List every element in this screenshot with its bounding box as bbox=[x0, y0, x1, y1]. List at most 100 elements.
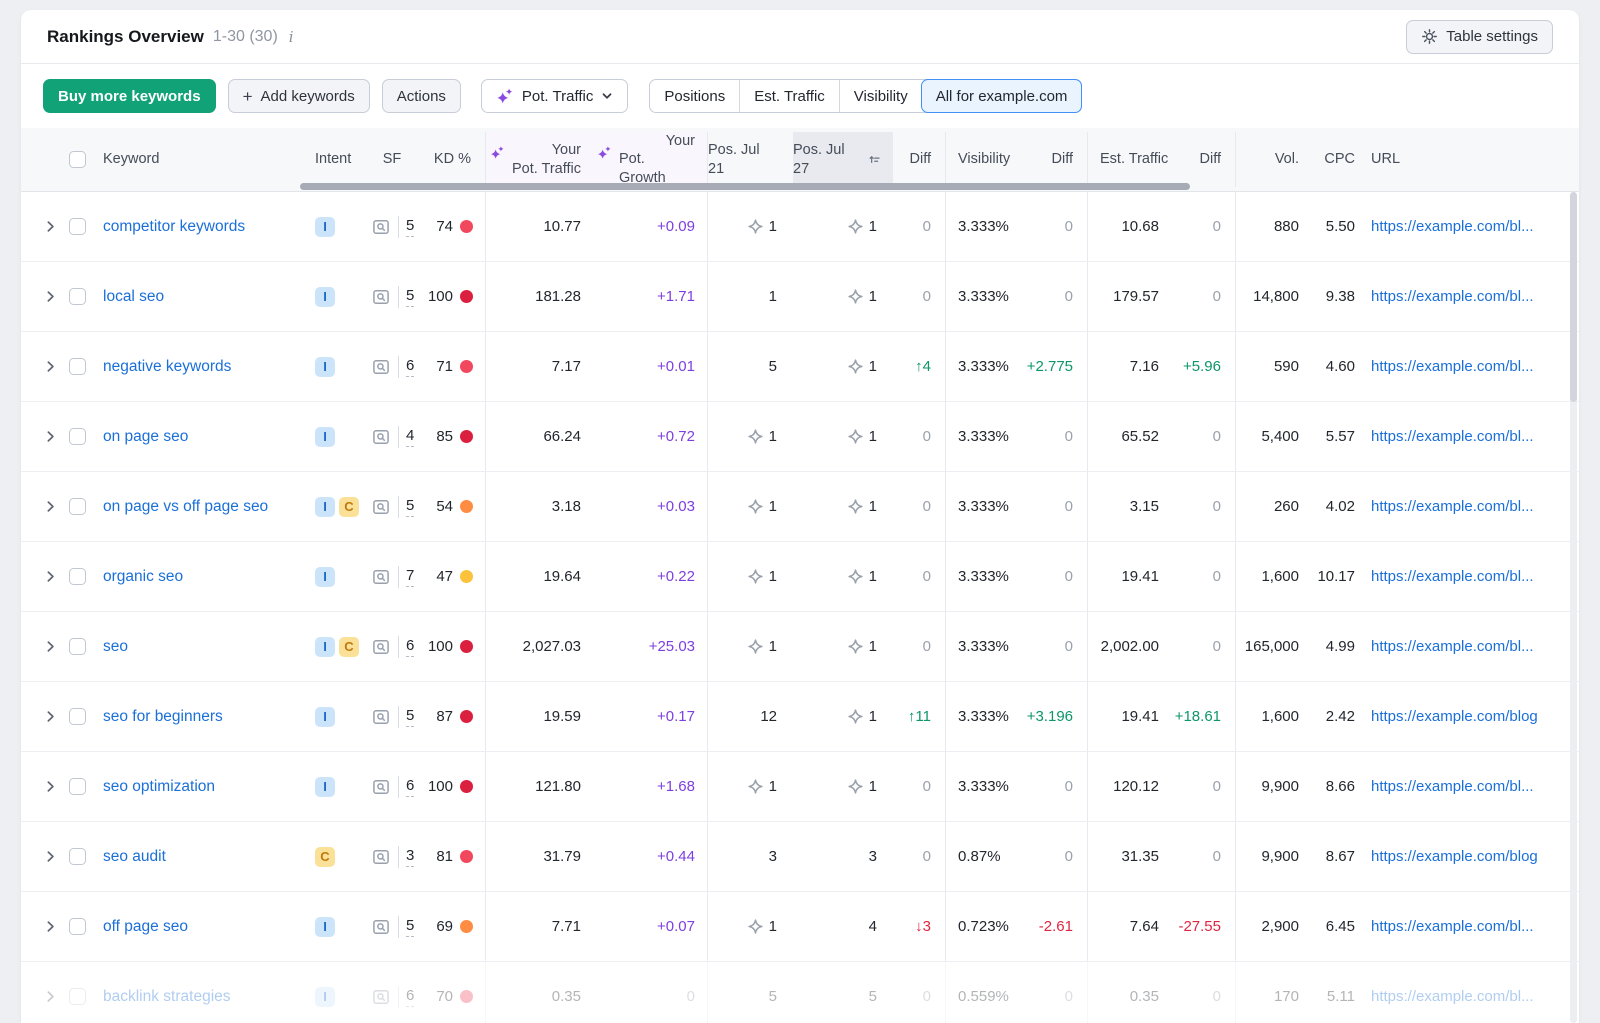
keyword-link[interactable]: negative keywords bbox=[101, 358, 231, 376]
pot-growth-value: +0.72 bbox=[657, 428, 695, 445]
keyword-link[interactable]: organic seo bbox=[101, 568, 183, 586]
results-range: 1-30 (30) bbox=[213, 28, 278, 46]
th-url[interactable]: URL bbox=[1369, 132, 1571, 186]
segment-visibility[interactable]: Visibility bbox=[839, 80, 922, 112]
url-link[interactable]: https://example.com/blog bbox=[1369, 708, 1538, 725]
row-checkbox[interactable] bbox=[69, 638, 86, 655]
url-link[interactable]: https://example.com/bl... bbox=[1369, 498, 1534, 515]
url-link[interactable]: https://example.com/bl... bbox=[1369, 568, 1534, 585]
expand-button[interactable] bbox=[41, 612, 67, 681]
row-checkbox[interactable] bbox=[69, 498, 86, 515]
row-checkbox[interactable] bbox=[69, 918, 86, 935]
expand-button[interactable] bbox=[41, 822, 67, 891]
th-pot-traffic[interactable]: YourPot. Traffic bbox=[485, 132, 597, 186]
row-checkbox[interactable] bbox=[69, 568, 86, 585]
vertical-scrollbar-track[interactable] bbox=[1570, 192, 1577, 1023]
sf-count[interactable]: 6 bbox=[406, 986, 414, 1007]
th-cpc[interactable]: CPC bbox=[1313, 132, 1369, 186]
keyword-link[interactable]: on page seo bbox=[101, 428, 188, 446]
select-all-checkbox[interactable] bbox=[69, 151, 86, 168]
expand-button[interactable] bbox=[41, 682, 67, 751]
table-settings-button[interactable]: Table settings bbox=[1406, 20, 1553, 54]
keyword-link[interactable]: seo optimization bbox=[101, 778, 215, 796]
th-visibility[interactable]: Visibility bbox=[945, 132, 1023, 186]
est-traffic-value: 65.52 bbox=[1121, 428, 1159, 445]
vertical-scrollbar[interactable] bbox=[1570, 192, 1577, 402]
row-checkbox[interactable] bbox=[69, 848, 86, 865]
url-link[interactable]: https://example.com/bl... bbox=[1369, 918, 1534, 935]
th-diff-vis[interactable]: Diff bbox=[1023, 132, 1087, 186]
expand-button[interactable] bbox=[41, 542, 67, 611]
th-kd[interactable]: KD % bbox=[421, 132, 485, 186]
th-volume[interactable]: Vol. bbox=[1235, 132, 1313, 186]
sf-count[interactable]: 7 bbox=[406, 566, 414, 587]
th-est-traffic-label: Est. Traffic bbox=[1100, 150, 1168, 168]
sf-count[interactable]: 4 bbox=[406, 426, 414, 447]
expand-button[interactable] bbox=[41, 472, 67, 541]
sf-count[interactable]: 5 bbox=[406, 216, 414, 237]
sf-count[interactable]: 5 bbox=[406, 286, 414, 307]
url-link[interactable]: https://example.com/bl... bbox=[1369, 358, 1534, 375]
keyword-link[interactable]: seo audit bbox=[101, 848, 166, 866]
th-pos-jul27[interactable]: Pos. Jul 27 bbox=[793, 132, 893, 186]
url-link[interactable]: https://example.com/bl... bbox=[1369, 638, 1534, 655]
metric-dropdown[interactable]: Pot. Traffic bbox=[481, 79, 628, 113]
url-link[interactable]: https://example.com/bl... bbox=[1369, 428, 1534, 445]
row-checkbox[interactable] bbox=[69, 778, 86, 795]
pos-diff-value: ↓3 bbox=[915, 918, 931, 935]
add-keywords-button[interactable]: + Add keywords bbox=[228, 79, 370, 113]
th-diff-pos[interactable]: Diff bbox=[893, 132, 945, 186]
expand-button[interactable] bbox=[41, 402, 67, 471]
th-select-all[interactable] bbox=[67, 132, 101, 186]
url-link[interactable]: https://example.com/bl... bbox=[1369, 988, 1534, 1005]
row-checkbox[interactable] bbox=[69, 988, 86, 1005]
url-link[interactable]: https://example.com/bl... bbox=[1369, 218, 1534, 235]
row-checkbox[interactable] bbox=[69, 708, 86, 725]
kd-value: 81 bbox=[436, 848, 453, 865]
expand-button[interactable] bbox=[41, 262, 67, 331]
keyword-link[interactable]: on page vs off page seo bbox=[101, 498, 268, 516]
th-keyword[interactable]: Keyword bbox=[101, 132, 301, 186]
url-link[interactable]: https://example.com/blog bbox=[1369, 848, 1538, 865]
url-link[interactable]: https://example.com/bl... bbox=[1369, 288, 1534, 305]
segment-est-traffic[interactable]: Est. Traffic bbox=[739, 80, 839, 112]
buy-more-keywords-button[interactable]: Buy more keywords bbox=[43, 79, 216, 113]
row-checkbox[interactable] bbox=[69, 428, 86, 445]
expand-button[interactable] bbox=[41, 962, 67, 1023]
visibility-diff-value: 0 bbox=[1065, 848, 1073, 865]
keyword-link[interactable]: off page seo bbox=[101, 918, 188, 936]
keyword-link[interactable]: backlink strategies bbox=[101, 988, 231, 1006]
th-pos-jul21[interactable]: Pos. Jul 21 bbox=[707, 132, 793, 186]
segment-all-for-example-com[interactable]: All for example.com bbox=[921, 79, 1083, 113]
th-sf[interactable]: SF bbox=[363, 132, 421, 186]
sf-count[interactable]: 5 bbox=[406, 706, 414, 727]
keyword-link[interactable]: seo bbox=[101, 638, 128, 656]
th-pot-growth[interactable]: YourPot. Growth bbox=[597, 132, 707, 186]
th-intent[interactable]: Intent bbox=[301, 132, 363, 186]
keyword-link[interactable]: seo for beginners bbox=[101, 708, 223, 726]
sf-count[interactable]: 5 bbox=[406, 496, 414, 517]
keyword-link[interactable]: competitor keywords bbox=[101, 218, 245, 236]
row-checkbox[interactable] bbox=[69, 288, 86, 305]
horizontal-scrollbar[interactable] bbox=[300, 183, 1190, 190]
keyword-link[interactable]: local seo bbox=[101, 288, 164, 306]
row-checkbox[interactable] bbox=[69, 358, 86, 375]
segment-positions[interactable]: Positions bbox=[650, 80, 739, 112]
volume-value: 165,000 bbox=[1245, 638, 1299, 655]
expand-button[interactable] bbox=[41, 752, 67, 821]
th-diff-est[interactable]: Diff bbox=[1173, 132, 1235, 186]
th-est-traffic[interactable]: Est. Traffic bbox=[1087, 132, 1173, 186]
info-icon[interactable]: i bbox=[289, 28, 294, 46]
kd-dot bbox=[460, 920, 473, 933]
url-link[interactable]: https://example.com/bl... bbox=[1369, 778, 1534, 795]
row-checkbox[interactable] bbox=[69, 218, 86, 235]
sf-count[interactable]: 6 bbox=[406, 356, 414, 377]
sf-count[interactable]: 6 bbox=[406, 776, 414, 797]
expand-button[interactable] bbox=[41, 892, 67, 961]
expand-button[interactable] bbox=[41, 192, 67, 261]
expand-button[interactable] bbox=[41, 332, 67, 401]
sf-count[interactable]: 3 bbox=[406, 846, 414, 867]
actions-button[interactable]: Actions bbox=[382, 79, 461, 113]
sf-count[interactable]: 5 bbox=[406, 916, 414, 937]
sf-count[interactable]: 6 bbox=[406, 636, 414, 657]
